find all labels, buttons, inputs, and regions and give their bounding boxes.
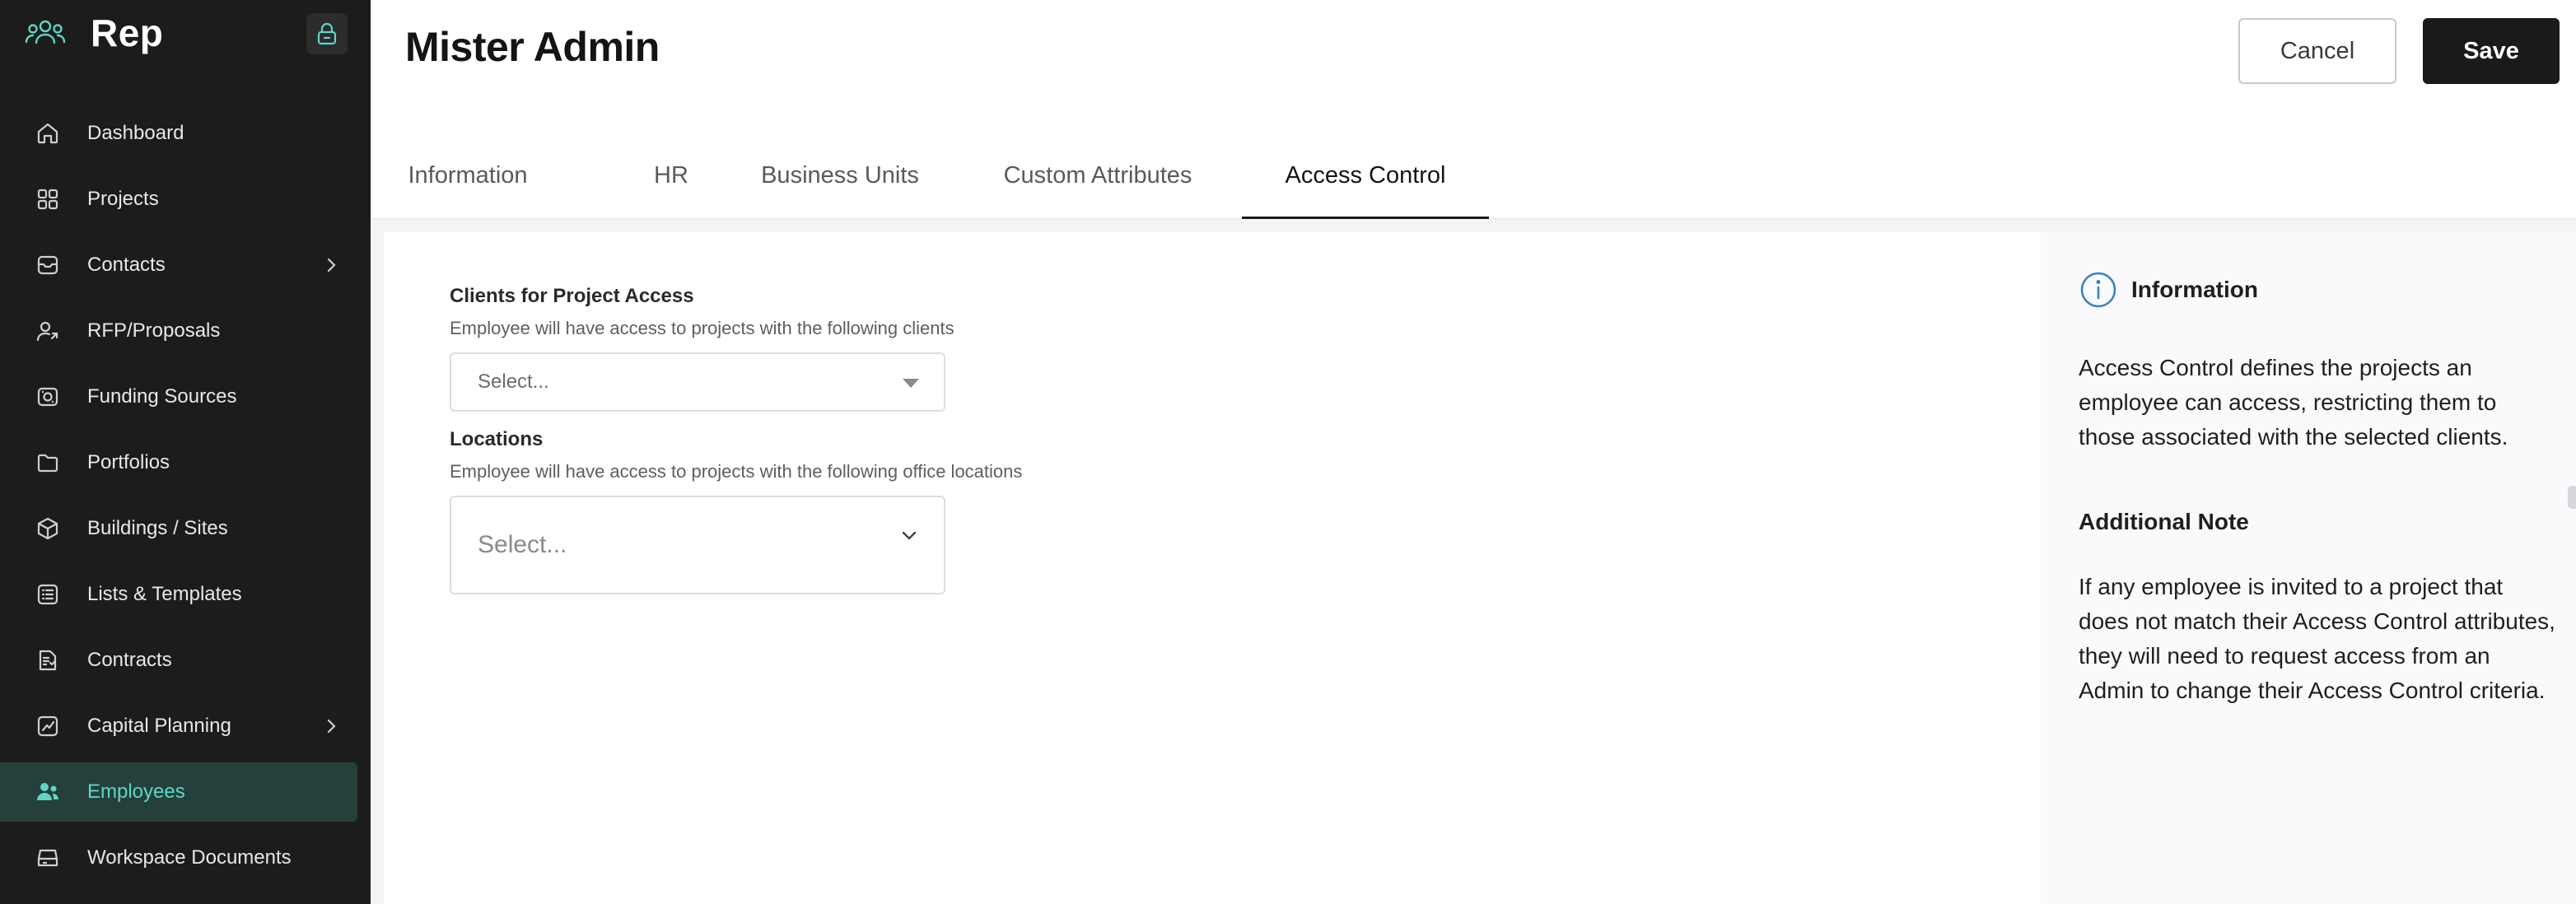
users-icon [33,777,63,807]
contract-icon [33,645,63,675]
info-panel-header: Information [2079,270,2258,310]
money-icon [33,382,63,412]
sidebar-item-label: RFP/Proposals [87,319,221,342]
sidebar-item-workspace-documents[interactable]: Workspace Documents [0,828,357,888]
tab-custom-attributes[interactable]: Custom Attributes [993,132,1202,219]
sidebar-item-contracts[interactable]: Contracts [0,631,357,690]
caret-down-icon [903,379,919,388]
clients-help-text: Employee will have access to projects wi… [450,318,954,338]
locations-select[interactable]: Select... [450,496,945,594]
cancel-button[interactable]: Cancel [2238,18,2396,84]
tab-hr[interactable]: HR [646,132,697,219]
info-icon [2079,270,2118,310]
tab-information[interactable]: Information [404,132,532,219]
team-logo-icon [23,16,68,49]
cube-icon [33,514,63,543]
tab-bar: Information HR Business Units Custom Att… [371,132,2576,220]
sidebar-item-rfp-proposals[interactable]: RFP/Proposals [0,301,357,361]
clients-label: Clients for Project Access [450,285,694,307]
locations-label: Locations [450,428,544,450]
clients-select-placeholder: Select... [478,370,549,393]
sidebar-item-lists-templates[interactable]: Lists & Templates [0,565,357,624]
additional-note-title: Additional Note [2079,509,2249,534]
folder-icon [33,448,63,478]
page-title: Mister Admin [405,24,660,70]
chevron-right-icon[interactable] [320,254,343,277]
sidebar-item-funding-sources[interactable]: Funding Sources [0,367,357,426]
sidebar-item-label: Projects [87,188,159,210]
app-name: Rep [91,12,164,54]
scroll-handle[interactable] [2568,486,2576,509]
info-panel-title: Information [2131,277,2258,302]
sidebar-item-label: Capital Planning [87,715,231,737]
sidebar-item-label: Dashboard [87,122,184,144]
sidebar-item-buildings-sites[interactable]: Buildings / Sites [0,499,357,558]
sidebar-item-label: Portfolios [87,451,170,473]
sidebar-item-label: Employees [87,781,185,803]
brand[interactable]: Rep [23,8,163,58]
inbox-icon [33,250,63,280]
sidebar-item-label: Contacts [87,254,166,276]
clients-select[interactable]: Select... [450,352,945,412]
chevron-right-icon[interactable] [320,715,343,738]
home-icon [33,119,63,148]
list-icon [33,580,63,609]
additional-note-body: If any employee is invited to a project … [2079,574,2555,703]
save-button[interactable]: Save [2423,18,2560,84]
grid-icon [33,184,63,214]
tab-access-control[interactable]: Access Control [1242,132,1489,220]
sidebar-item-label: Contracts [87,649,172,671]
lock-icon [316,22,338,45]
user-arrow-icon [33,316,63,346]
locations-select-placeholder: Select... [478,531,567,558]
sidebar-item-portfolios[interactable]: Portfolios [0,433,357,492]
info-panel-body: Access Control defines the projects an e… [2079,355,2508,450]
lock-button[interactable] [306,13,348,54]
tab-business-units[interactable]: Business Units [759,132,921,219]
sidebar-item-projects[interactable]: Projects [0,170,357,229]
sidebar: Rep Dashboard Projects Contacts RFP/Prop… [0,0,371,904]
sidebar-item-label: Buildings / Sites [87,517,228,539]
sidebar-item-label: Funding Sources [87,385,237,408]
sidebar-item-capital-planning[interactable]: Capital Planning [0,697,357,756]
sidebar-item-dashboard[interactable]: Dashboard [0,104,357,163]
chart-icon [33,711,63,741]
sidebar-item-contacts[interactable]: Contacts [0,235,357,295]
locations-help-text: Employee will have access to projects wi… [450,461,1023,482]
info-panel [2041,232,2576,904]
drive-icon [33,843,63,873]
sidebar-item-employees[interactable]: Employees [0,762,357,822]
sidebar-item-label: Workspace Documents [87,846,292,869]
sidebar-nav: Dashboard Projects Contacts RFP/Proposal… [0,104,371,894]
sidebar-item-label: Lists & Templates [87,583,242,605]
chevron-down-icon [899,525,919,545]
